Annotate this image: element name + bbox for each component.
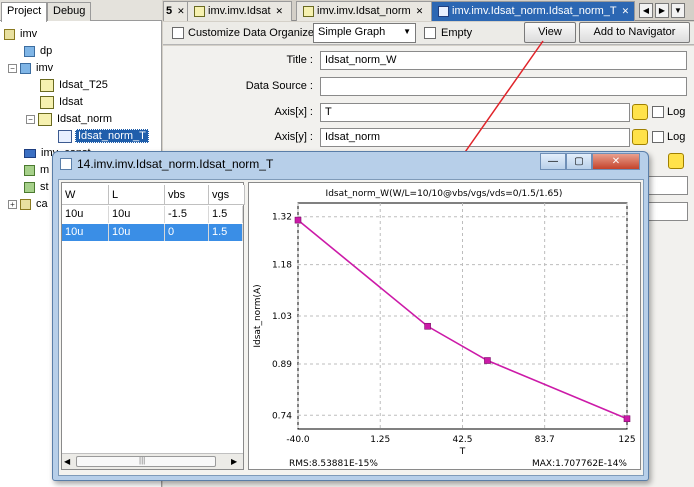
x-axis-label: T (459, 447, 466, 457)
table-cell: -1.5 (165, 206, 209, 223)
rms-label: RMS:8.53881E-15% (289, 459, 378, 469)
table-cell: 0 (165, 224, 209, 241)
chart-panel: Idsat_norm_W(W/L=10/10@vbs/vgs/vds=0/1.5… (248, 182, 641, 470)
y-tick-label: 1.32 (272, 213, 292, 223)
table-cell: 10u (109, 224, 165, 241)
data-point[interactable] (623, 415, 631, 423)
column-header-l[interactable]: L (109, 185, 165, 205)
x-tick-label: 1.25 (370, 435, 390, 445)
column-header-vgs[interactable]: vgs (209, 185, 245, 205)
window-app-icon (60, 158, 72, 170)
data-point[interactable] (424, 322, 431, 330)
table-cell: 1.5 (209, 206, 243, 223)
grip-icon: ||| (139, 456, 146, 465)
table-cell: 10u (62, 224, 109, 241)
table-cell: 1.5 (209, 224, 243, 241)
horizontal-scrollbar[interactable]: ◀ ||| ▶ (62, 453, 243, 469)
x-tick-label: 83.7 (535, 435, 555, 445)
window-title: 14.imv.imv.Idsat_norm.Idsat_norm_T (77, 157, 274, 171)
chart-title: Idsat_norm_W(W/L=10/10@vbs/vgs/vds=0/1.5… (326, 189, 563, 199)
maximize-button[interactable]: ▢ (566, 153, 592, 170)
y-tick-label: 0.89 (272, 360, 292, 370)
close-window-button[interactable]: ✕ (592, 153, 640, 170)
max-label: MAX:1.707762E-14% (532, 459, 627, 469)
data-point[interactable] (484, 357, 491, 364)
data-table: W L vbs vgs 10u 10u -1.5 1.5 10u 10u 0 1… (61, 182, 245, 470)
y-axis-label: Idsat_norm(A) (253, 284, 263, 347)
scroll-left-icon[interactable]: ◀ (64, 457, 70, 466)
y-tick-label: 1.03 (272, 312, 292, 322)
column-header-w[interactable]: W (62, 185, 109, 205)
table-row[interactable]: 10u 10u 0 1.5 (62, 224, 243, 241)
x-tick-label: -40.0 (286, 435, 310, 445)
scroll-right-icon[interactable]: ▶ (231, 457, 237, 466)
window-body: W L vbs vgs 10u 10u -1.5 1.5 10u 10u 0 1… (58, 179, 644, 476)
x-tick-label: 42.5 (452, 435, 472, 445)
table-cell: 10u (109, 206, 165, 223)
minimize-button[interactable]: — (540, 153, 566, 170)
y-tick-label: 0.74 (272, 411, 292, 421)
line-chart: Idsat_norm_W(W/L=10/10@vbs/vgs/vds=0/1.5… (253, 189, 636, 469)
chart-grid (297, 202, 628, 430)
y-tick-label: 1.18 (272, 261, 292, 271)
chart-window: 14.imv.imv.Idsat_norm.Idsat_norm_T — ▢ ✕… (52, 151, 649, 481)
column-header-vbs[interactable]: vbs (165, 185, 209, 205)
table-row[interactable]: 10u 10u -1.5 1.5 (62, 206, 243, 223)
data-point[interactable] (294, 216, 302, 224)
x-tick-label: 125 (618, 435, 635, 445)
scrollbar-thumb[interactable]: ||| (76, 456, 216, 467)
table-cell: 10u (62, 206, 109, 223)
